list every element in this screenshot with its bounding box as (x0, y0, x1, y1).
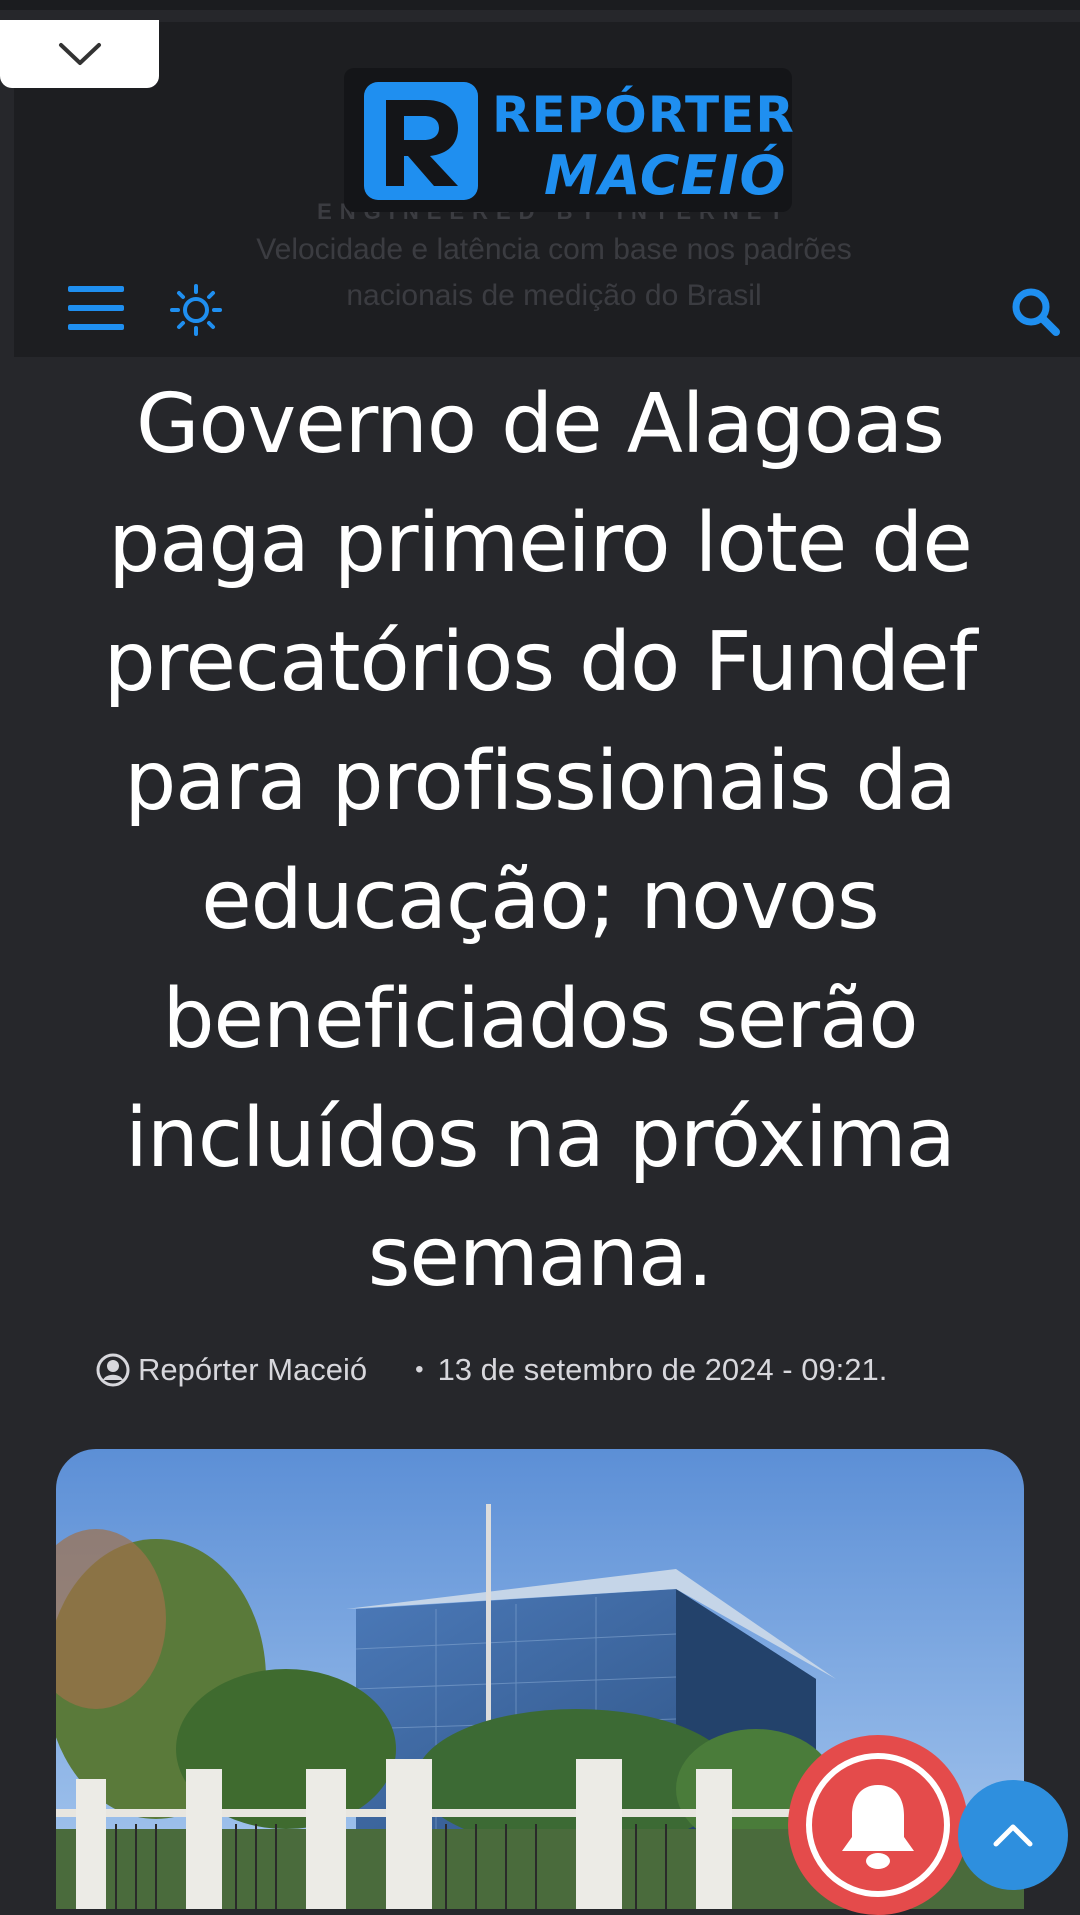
article-author[interactable]: Repórter Maceió (138, 1352, 367, 1388)
user-circle-icon (96, 1353, 130, 1387)
bell-icon (842, 1785, 914, 1869)
theme-toggle-button[interactable] (170, 284, 222, 341)
meta-separator: • (415, 1356, 424, 1383)
chevron-up-icon (993, 1824, 1033, 1847)
sun-icon (170, 284, 222, 336)
logo-text-reporter: REPÓRTER (492, 86, 795, 144)
notification-bell-button[interactable] (788, 1735, 968, 1915)
background-ad: ENGINEERED BY INTERNET Velocidade e latê… (104, 197, 1004, 319)
chevron-down-icon (58, 43, 101, 65)
top-strip (0, 0, 1080, 10)
scroll-to-top-button[interactable] (958, 1780, 1068, 1890)
hamburger-menu-icon (68, 286, 124, 330)
ad-text-line-1: Velocidade e latência com base nos padrõ… (256, 233, 852, 266)
site-logo[interactable]: REPÓRTER MACEIÓ (344, 68, 795, 212)
logo-r-mark (364, 82, 478, 200)
menu-button[interactable] (68, 284, 124, 337)
search-button[interactable] (1010, 286, 1060, 341)
article-meta: Repórter Maceió • 13 de setembro de 2024… (96, 1352, 1036, 1388)
article-title: Governo de Alagoas paga primeiro lote de… (103, 377, 978, 1305)
ad-text-line-2: nacionais de medição do Brasil (346, 279, 762, 312)
search-icon (1012, 288, 1060, 336)
collapse-banner-button[interactable] (0, 20, 159, 88)
logo-text-maceio: MACEIÓ (544, 144, 787, 207)
site-header: ENGINEERED BY INTERNET Velocidade e latê… (14, 22, 1080, 357)
article-date: 13 de setembro de 2024 - 09:21. (437, 1352, 888, 1387)
bell-ring (806, 1753, 950, 1897)
